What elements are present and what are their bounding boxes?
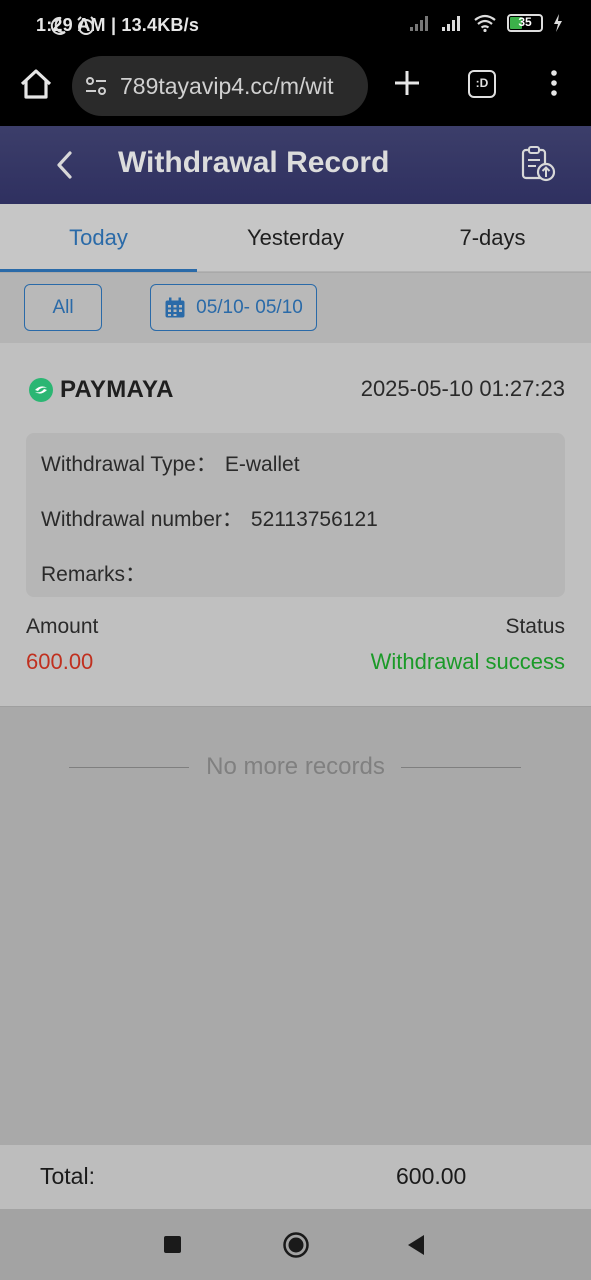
- divider-left: [69, 767, 189, 768]
- divider-right: [401, 767, 521, 768]
- system-nav-bar: [0, 1209, 591, 1280]
- recents-icon[interactable]: [164, 1236, 181, 1253]
- record-datetime: 2025-05-10 01:27:23: [360, 376, 565, 401]
- moon-icon: [50, 16, 66, 35]
- type-filter-label: All: [52, 296, 74, 318]
- payment-method: PAYMAYA: [28, 376, 174, 404]
- date-range-text: 05/10- 05/10: [196, 296, 303, 318]
- withdrawal-number-label: Withdrawal number：: [41, 508, 243, 531]
- wifi-icon: [474, 14, 496, 32]
- alarm-icon: [77, 16, 95, 35]
- app-header: Withdrawal Record: [0, 126, 591, 204]
- withdrawal-number-value: 52113756121: [250, 508, 378, 531]
- status-bar: 1:29 AM | 13.4KB/s 35: [0, 0, 591, 52]
- tab-today[interactable]: Today: [0, 204, 197, 272]
- clipboard-upload-icon[interactable]: [518, 144, 558, 184]
- payment-method-name: PAYMAYA: [60, 376, 174, 403]
- tab-switcher-button[interactable]: :D: [468, 70, 496, 98]
- home-circle-icon[interactable]: [282, 1231, 310, 1259]
- date-tabs: Today Yesterday 7-days: [0, 204, 591, 272]
- charging-icon: [554, 14, 562, 32]
- status-icons: 35: [50, 14, 563, 35]
- withdrawal-number-row: Withdrawal number： 52113756121: [41, 503, 378, 533]
- new-tab-icon[interactable]: [392, 68, 422, 98]
- tab-yesterday[interactable]: Yesterday: [197, 204, 394, 272]
- filter-row: All 05/10- 05/10: [0, 273, 591, 343]
- url-text[interactable]: 789tayavip4.cc/m/wit: [120, 73, 364, 100]
- list-end-text: No more records: [206, 753, 385, 780]
- amount-value: 600.00: [26, 649, 94, 674]
- withdrawal-type-row: Withdrawal Type： E-wallet: [41, 448, 300, 478]
- page-title: Withdrawal Record: [118, 146, 390, 179]
- remarks-label: Remarks：: [41, 563, 147, 586]
- tab-7-days[interactable]: 7-days: [394, 204, 591, 272]
- type-filter-button[interactable]: All: [24, 284, 102, 331]
- total-bar: Total: 600.00: [0, 1145, 591, 1209]
- back-arrow-icon[interactable]: [50, 148, 80, 182]
- amount-label: Amount: [26, 615, 99, 638]
- withdrawal-type-label: Withdrawal Type：: [41, 453, 217, 476]
- total-label: Total:: [40, 1163, 95, 1189]
- more-menu-icon[interactable]: [544, 68, 564, 98]
- address-bar[interactable]: 789tayavip4.cc/m/wit: [72, 56, 368, 116]
- browser-toolbar: 789tayavip4.cc/m/wit :D: [0, 52, 591, 126]
- paymaya-logo-icon: [29, 378, 53, 402]
- status-badge: Withdrawal success: [370, 649, 565, 674]
- total-value: 600.00: [396, 1163, 467, 1189]
- home-icon[interactable]: [18, 66, 54, 102]
- withdrawal-record-card[interactable]: PAYMAYA 2025-05-10 01:27:23 Withdrawal T…: [0, 343, 591, 707]
- list-end-indicator: No more records: [0, 752, 591, 782]
- date-range-button[interactable]: 05/10- 05/10: [150, 284, 317, 331]
- back-triangle-icon[interactable]: [405, 1233, 427, 1257]
- signal-icon-2: [442, 16, 460, 31]
- battery-level: 35: [518, 15, 532, 29]
- calendar-icon: [165, 297, 185, 317]
- site-settings-icon[interactable]: [84, 74, 108, 98]
- withdrawal-type-value: E-wallet: [224, 453, 300, 476]
- signal-icon: [410, 16, 428, 31]
- status-label: Status: [505, 615, 565, 638]
- remarks-row: Remarks：: [41, 558, 154, 588]
- record-details: Withdrawal Type： E-wallet Withdrawal numb…: [26, 433, 565, 597]
- battery-icon: 35: [507, 14, 543, 32]
